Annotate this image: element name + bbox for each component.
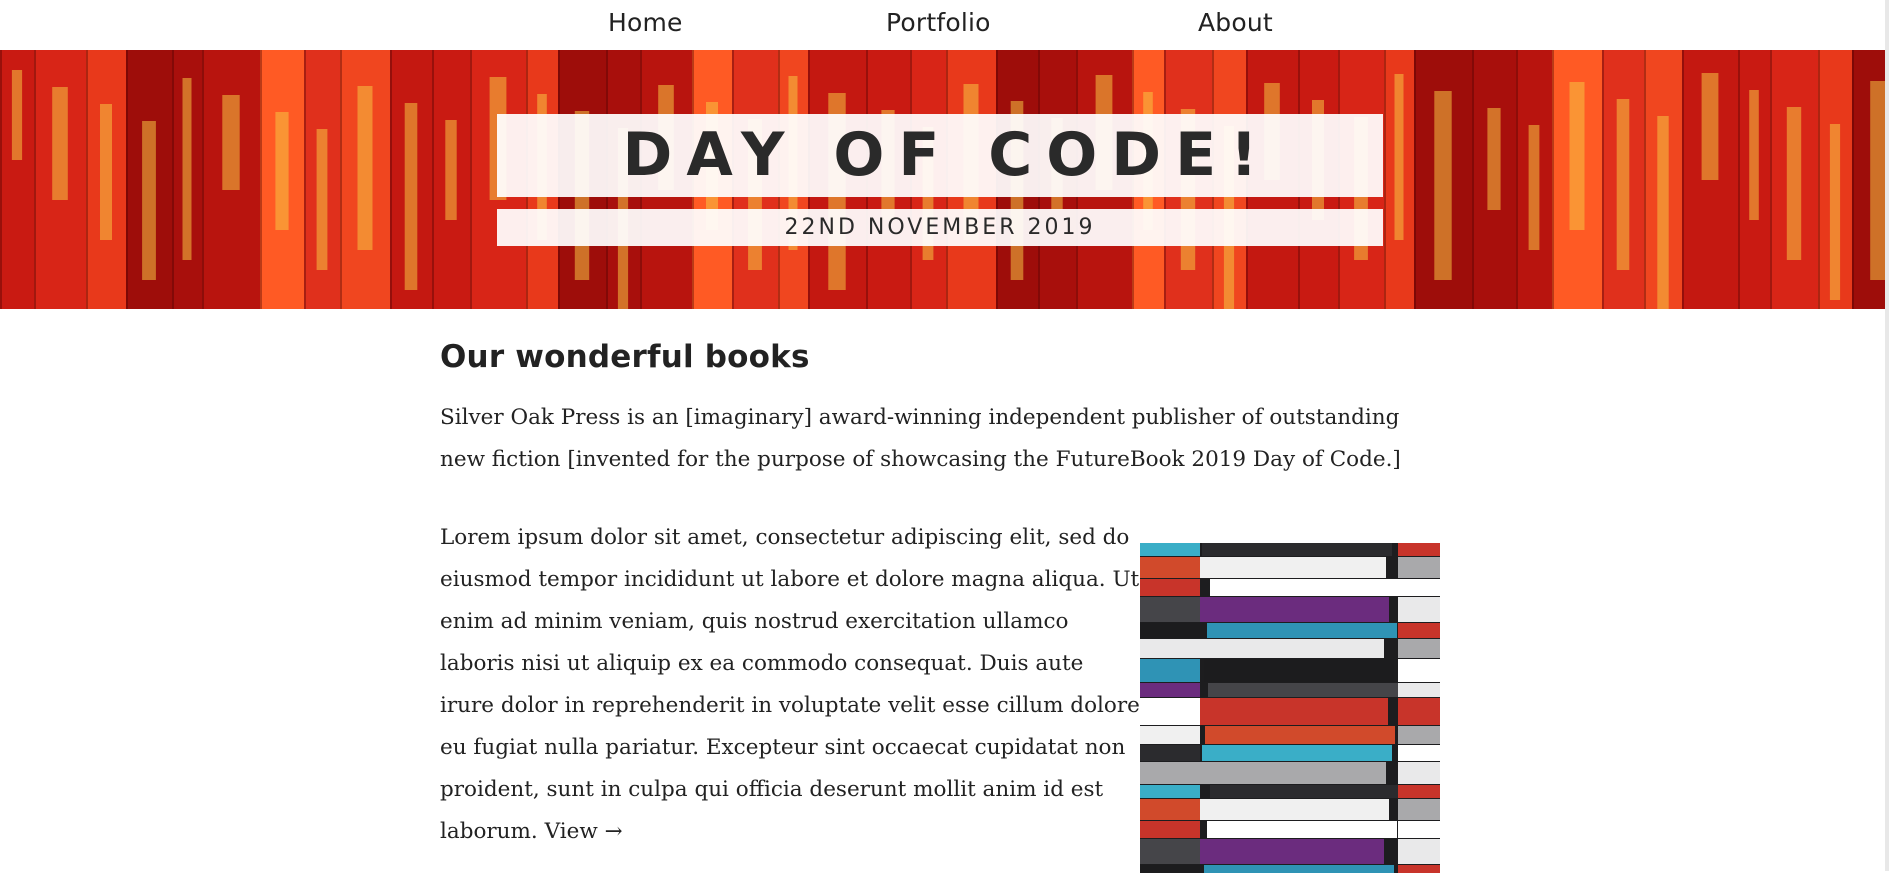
hero-title: DAY OF CODE! [622, 120, 1272, 190]
lorem-text: Lorem ipsum dolor sit amet, consectetur … [440, 525, 1140, 844]
nav-link-home[interactable]: Home [608, 8, 683, 37]
book-stack-photo [1140, 543, 1440, 873]
lorem-paragraph: Lorem ipsum dolor sit amet, consectetur … [440, 517, 1140, 853]
hero-date-box: 22ND NOVEMBER 2019 [497, 209, 1383, 246]
page-scrollbar[interactable] [1885, 0, 1889, 871]
view-link[interactable]: View → [545, 819, 623, 844]
nav-link-about[interactable]: About [1198, 8, 1273, 37]
main-content: Our wonderful books Silver Oak Press is … [440, 309, 1450, 844]
hero-date: 22ND NOVEMBER 2019 [784, 215, 1096, 240]
book-stack-image [1140, 543, 1440, 873]
intro-paragraph: Silver Oak Press is an [imaginary] award… [440, 405, 1401, 472]
hero-banner: DAY OF CODE! 22ND NOVEMBER 2019 [0, 50, 1889, 309]
nav-link-portfolio[interactable]: Portfolio [886, 8, 991, 37]
section-heading: Our wonderful books [440, 339, 810, 375]
top-navigation: Home Portfolio About [0, 0, 1889, 50]
hero-title-box: DAY OF CODE! [497, 114, 1383, 197]
